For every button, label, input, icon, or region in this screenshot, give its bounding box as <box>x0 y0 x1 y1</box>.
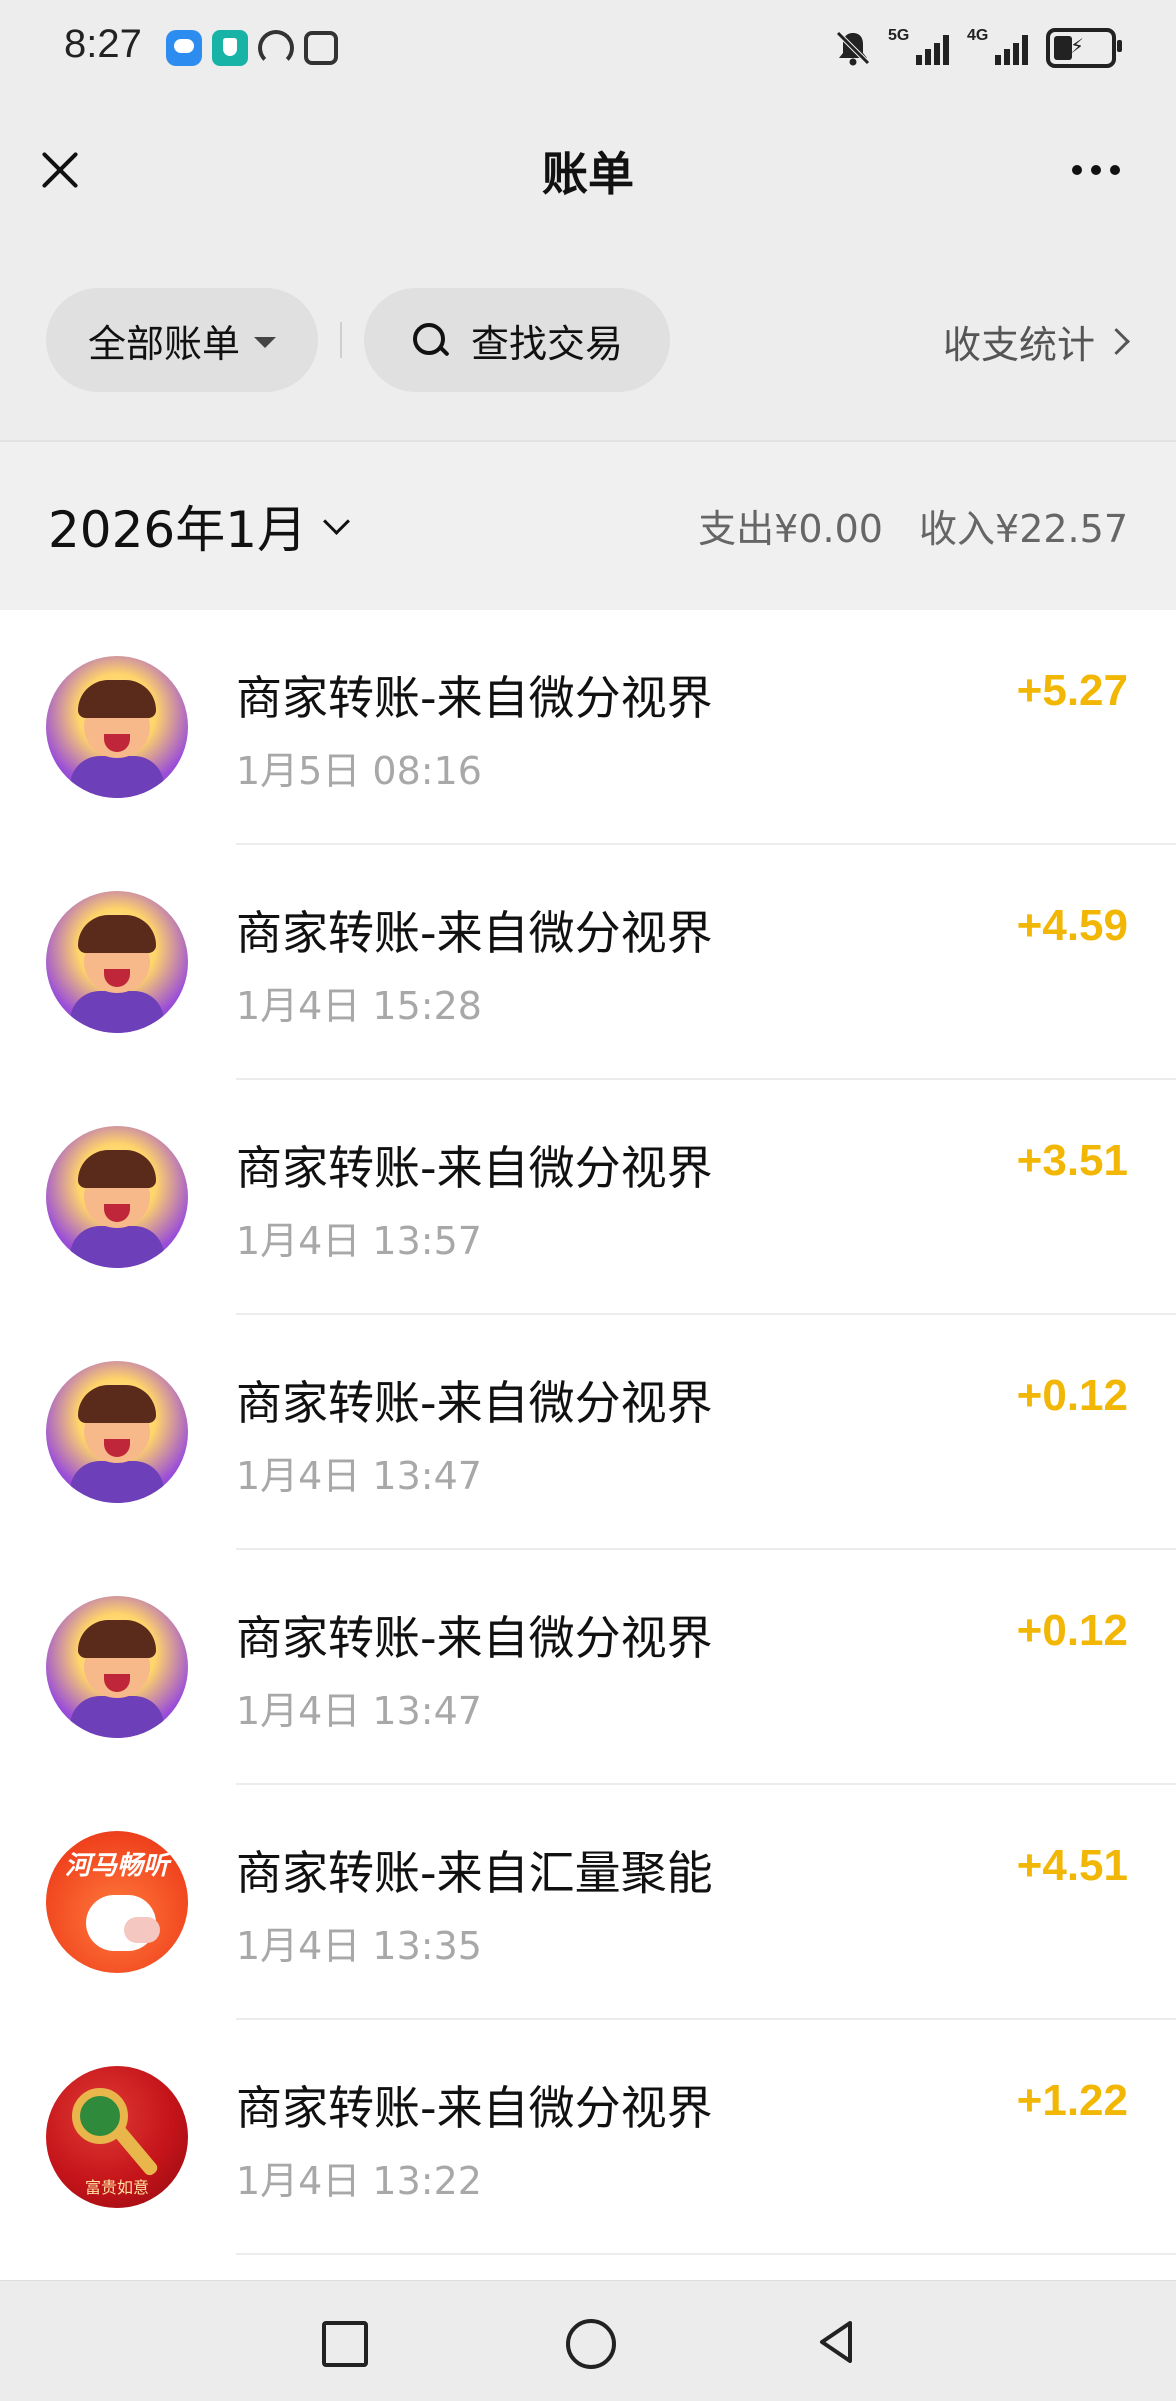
network-5g-label: 5G <box>888 27 910 44</box>
merchant-avatar <box>46 1126 188 1268</box>
merchant-avatar <box>46 656 188 798</box>
avatar-logo-text: 河马畅听 <box>64 1851 169 1881</box>
stats-label: 收支统计 <box>942 323 1095 367</box>
month-summary-bar: 2026年1月 支出¥0.00 收入¥22.57 <box>0 442 1176 610</box>
transaction-time: 1月5日 08:16 <box>236 749 482 793</box>
divider <box>340 322 342 358</box>
transaction-title: 商家转账-来自微分视界 <box>236 1611 713 1665</box>
transaction-time: 1月4日 13:35 <box>236 1924 482 1968</box>
month-label: 2026年1月 <box>48 501 308 559</box>
recent-apps-icon[interactable] <box>322 2321 368 2367</box>
caret-down-icon <box>254 336 276 348</box>
status-bar: 8:27 5G 4G ⚡ <box>0 0 1176 100</box>
transaction-time: 1月4日 13:57 <box>236 1219 482 1263</box>
month-totals: 支出¥0.00 收入¥22.57 <box>674 498 1128 553</box>
month-selector[interactable]: 2026年1月 <box>48 490 350 562</box>
signal-5g-icon: 5G <box>888 27 949 65</box>
transaction-row[interactable]: 商家转账-来自微分视界 1月4日 15:28 +4.59 <box>0 845 1176 1080</box>
signal-4g-icon: 4G <box>967 27 1028 65</box>
search-label: 查找交易 <box>470 321 623 366</box>
transaction-row[interactable]: 商家转账-来自微分视界 1月5日 08:16 +5.27 <box>0 610 1176 845</box>
search-icon <box>411 321 449 359</box>
transaction-amount: +4.51 <box>1016 1841 1128 1890</box>
income-expense-stats-link[interactable]: 收支统计 <box>942 314 1130 369</box>
merchant-avatar: 富贵如意 <box>46 2066 188 2208</box>
home-icon[interactable] <box>566 2319 616 2369</box>
chevron-down-icon <box>323 507 350 535</box>
system-icons: 5G 4G ⚡ <box>836 27 1122 68</box>
transaction-time: 1月4日 15:28 <box>236 984 482 1028</box>
bell-off-icon <box>836 31 870 66</box>
transaction-row[interactable]: 商家转账-来自微分视界 1月4日 13:57 +3.51 <box>0 1080 1176 1315</box>
speed-gauge-icon <box>258 30 294 66</box>
merchant-avatar: 河马畅听 <box>46 1831 188 1973</box>
merchant-avatar <box>46 1596 188 1738</box>
search-transactions-button[interactable]: 查找交易 <box>364 288 670 392</box>
transaction-row[interactable]: 河马畅听 商家转账-来自汇量聚能 1月4日 13:35 +4.51 <box>0 1785 1176 2020</box>
message-icon <box>166 30 202 66</box>
status-time: 8:27 <box>64 22 142 66</box>
transaction-amount: +0.12 <box>1016 1371 1128 1420</box>
all-bills-dropdown[interactable]: 全部账单 <box>46 288 318 392</box>
transaction-amount: +1.22 <box>1016 2076 1128 2125</box>
transaction-title: 商家转账-来自微分视界 <box>236 671 713 725</box>
network-4g-label: 4G <box>967 27 989 44</box>
battery-icon: ⚡ <box>1046 28 1122 68</box>
system-navigation-bar <box>0 2280 1176 2401</box>
all-bills-label: 全部账单 <box>87 321 240 366</box>
transaction-amount: +3.51 <box>1016 1136 1128 1185</box>
expense-total: 支出¥0.00 <box>698 507 883 551</box>
filter-row: 全部账单 查找交易 收支统计 <box>0 240 1176 440</box>
notification-icons <box>166 30 338 66</box>
shield-icon <box>212 30 248 66</box>
transaction-title: 商家转账-来自微分视界 <box>236 1141 713 1195</box>
merchant-avatar <box>46 1361 188 1503</box>
transaction-amount: +0.12 <box>1016 1606 1128 1655</box>
transaction-title: 商家转账-来自微分视界 <box>236 1376 713 1430</box>
transaction-amount: +4.59 <box>1016 901 1128 950</box>
transaction-time: 1月4日 13:22 <box>236 2159 482 2203</box>
nfc-icon <box>304 31 338 65</box>
transaction-title: 商家转账-来自汇量聚能 <box>236 1846 713 1900</box>
income-total: 收入¥22.57 <box>919 507 1128 551</box>
merchant-avatar <box>46 891 188 1033</box>
transaction-list: 商家转账-来自微分视界 1月5日 08:16 +5.27 商家转账-来自微分视界… <box>0 610 1176 2280</box>
transaction-row[interactable]: 商家转账-来自微分视界 1月4日 13:47 +0.12 <box>0 1315 1176 1550</box>
transaction-row[interactable]: 富贵如意 商家转账-来自微分视界 1月4日 13:22 +1.22 <box>0 2020 1176 2255</box>
transaction-time: 1月4日 13:47 <box>236 1689 482 1733</box>
transaction-row[interactable]: 商家转账-来自微分视界 1月4日 13:47 +0.12 <box>0 1550 1176 1785</box>
more-options-icon[interactable] <box>1066 152 1126 188</box>
transaction-title: 商家转账-来自微分视界 <box>236 2081 713 2135</box>
avatar-logo-text: 富贵如意 <box>84 2178 149 2197</box>
top-nav-bar: 账单 <box>0 100 1176 240</box>
chevron-right-icon <box>1103 328 1130 355</box>
transaction-amount: +5.27 <box>1016 666 1128 715</box>
transaction-time: 1月4日 13:47 <box>236 1454 482 1498</box>
page-title: 账单 <box>542 147 634 201</box>
back-icon[interactable] <box>812 2317 862 2367</box>
transaction-title: 商家转账-来自微分视界 <box>236 906 713 960</box>
